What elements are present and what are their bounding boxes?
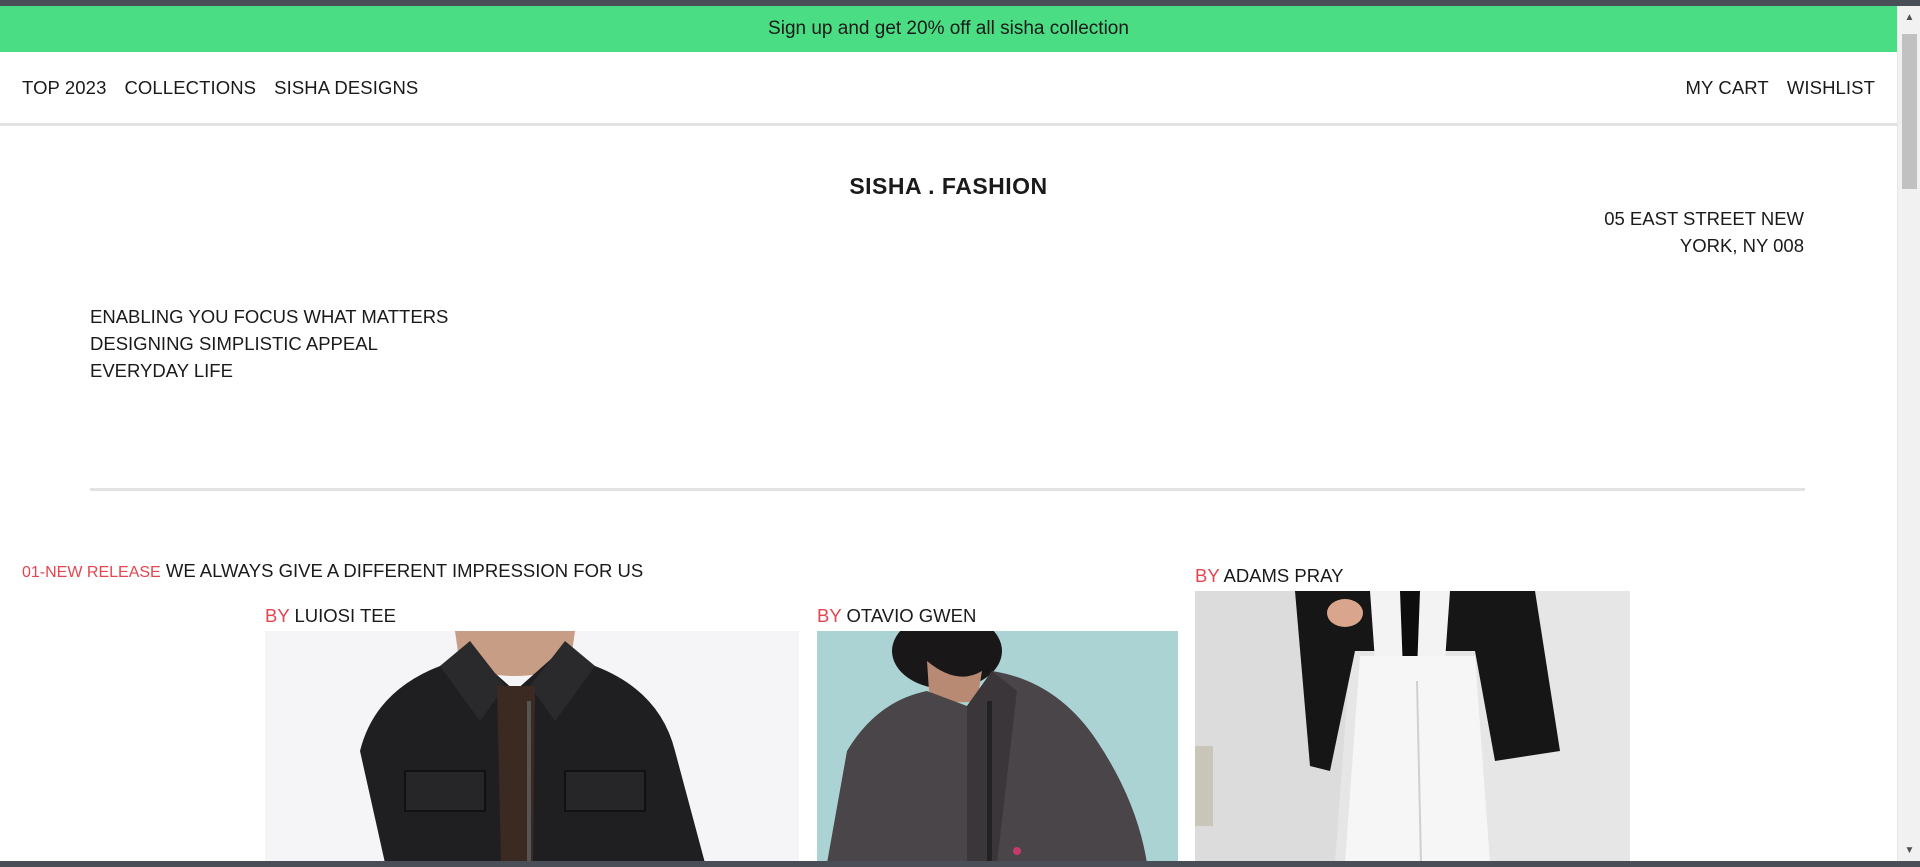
product-byline: BY LUIOSI TEE xyxy=(265,605,799,629)
section-divider xyxy=(90,488,1805,491)
browser-bottom-edge xyxy=(0,861,1920,867)
by-label: BY xyxy=(265,605,290,626)
main-navbar: TOP 2023 COLLECTIONS SISHA DESIGNS MY CA… xyxy=(0,52,1897,126)
nav-left-group: TOP 2023 COLLECTIONS SISHA DESIGNS xyxy=(22,77,436,99)
scroll-down-icon[interactable]: ▼ xyxy=(1898,841,1920,859)
nav-sisha-designs[interactable]: SISHA DESIGNS xyxy=(274,77,418,99)
black-jacket-photo[interactable] xyxy=(265,631,799,863)
product-byline: BY OTAVIO GWEN xyxy=(817,605,1178,629)
store-address: 05 EAST STREET NEW YORK, NY 008 xyxy=(1604,205,1804,259)
nav-right-group: MY CART WISHLIST xyxy=(1668,77,1875,99)
nav-my-cart[interactable]: MY CART xyxy=(1686,77,1769,99)
brand-title: SISHA . FASHION xyxy=(849,173,1048,199)
nav-top-2023[interactable]: TOP 2023 xyxy=(22,77,106,99)
designer-name: OTAVIO GWEN xyxy=(846,605,977,626)
tagline: ENABLING YOU FOCUS WHAT MATTERS DESIGNIN… xyxy=(90,303,448,384)
nav-collections[interactable]: COLLECTIONS xyxy=(124,77,256,99)
tagline-line-1: ENABLING YOU FOCUS WHAT MATTERS xyxy=(90,306,449,327)
page-scrollbar[interactable]: ▲ ▼ xyxy=(1897,6,1920,861)
designer-name: LUIOSI TEE xyxy=(294,605,396,626)
address-line-1: 05 EAST STREET NEW xyxy=(1604,208,1804,229)
tagline-line-3: EVERYDAY LIFE xyxy=(90,360,233,381)
product-byline: BY ADAMS PRAY xyxy=(1195,565,1630,589)
fleece-jacket-photo[interactable] xyxy=(817,631,1178,863)
by-label: BY xyxy=(1195,565,1220,586)
scroll-thumb[interactable] xyxy=(1902,34,1917,189)
by-label: BY xyxy=(817,605,842,626)
tagline-line-2: DESIGNING SIMPLISTIC APPEAL xyxy=(90,333,378,354)
release-number: 01-NEW RELEASE xyxy=(22,564,161,581)
white-suit-photo[interactable] xyxy=(1195,591,1630,863)
promo-banner: Sign up and get 20% off all sisha collec… xyxy=(0,6,1897,52)
address-line-2: YORK, NY 008 xyxy=(1679,235,1804,256)
scroll-up-icon[interactable]: ▲ xyxy=(1898,8,1920,26)
promo-text: Sign up and get 20% off all sisha collec… xyxy=(768,18,1129,39)
release-heading: 01-NEW RELEASE WE ALWAYS GIVE A DIFFEREN… xyxy=(22,560,643,582)
product-card[interactable]: BY OTAVIO GWEN xyxy=(817,605,1178,863)
product-card[interactable]: BY LUIOSI TEE xyxy=(265,605,799,863)
release-headline: WE ALWAYS GIVE A DIFFERENT IMPRESSION FO… xyxy=(165,560,644,581)
designer-name: ADAMS PRAY xyxy=(1223,565,1344,586)
nav-wishlist[interactable]: WISHLIST xyxy=(1787,77,1875,99)
product-card[interactable]: BY ADAMS PRAY xyxy=(1195,565,1630,863)
